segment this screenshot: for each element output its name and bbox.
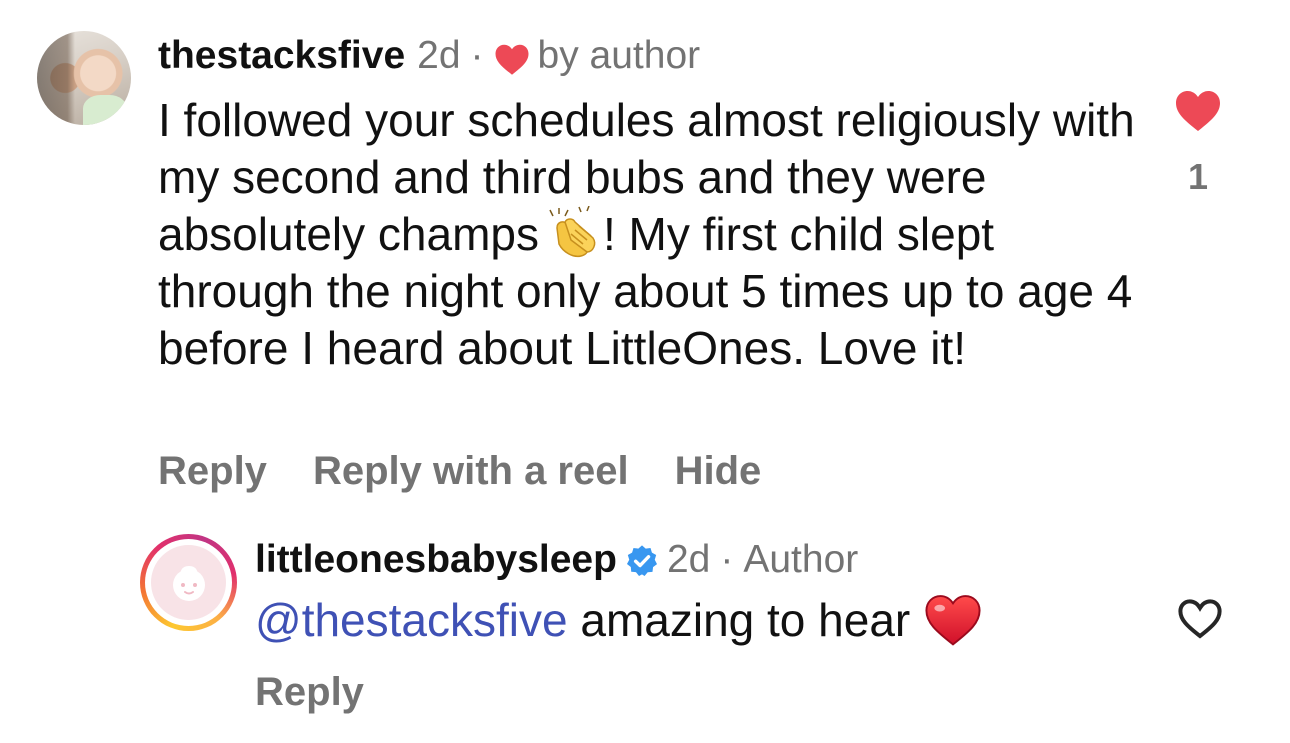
username[interactable]: littleonesbabysleep xyxy=(255,537,617,583)
mention-link[interactable]: @thestacksfive xyxy=(255,594,568,646)
separator: · xyxy=(720,538,734,581)
separator: · xyxy=(470,34,484,77)
comment-thestacksfive: thestacksfive 2d · by author I followed … xyxy=(0,0,1290,520)
reply-with-reel-button[interactable]: Reply with a reel xyxy=(313,449,629,494)
timestamp: 2d xyxy=(417,34,461,77)
comment-text-part: amazing to hear xyxy=(580,594,911,646)
avatar-image xyxy=(151,545,226,620)
liked-by-author-heart-icon xyxy=(495,44,529,75)
timestamp: 2d xyxy=(666,538,711,581)
by-author-badge: by author xyxy=(537,34,701,77)
like-column xyxy=(1170,596,1230,640)
red-heart-icon xyxy=(925,595,981,646)
clapping-hands-icon xyxy=(549,206,596,258)
comment-actions: Reply xyxy=(255,670,410,715)
verified-badge-icon xyxy=(626,545,657,577)
like-column: 1 xyxy=(1168,88,1228,198)
comment-actions: Reply Reply with a reel Hide xyxy=(158,449,807,494)
like-heart-icon[interactable] xyxy=(1174,88,1222,132)
comment-littleonesbabysleep: littleonesbabysleep 2d · Author @thestac… xyxy=(0,520,1290,743)
comment-body: I followed your schedules almost religio… xyxy=(158,92,1158,377)
avatar-photo-detail xyxy=(83,95,127,125)
avatar[interactable] xyxy=(37,31,131,125)
reply-button[interactable]: Reply xyxy=(158,449,267,494)
hide-button[interactable]: Hide xyxy=(675,449,762,494)
username[interactable]: thestacksfive xyxy=(158,33,405,79)
comment-body: @thestacksfive amazing to hear xyxy=(255,592,1155,649)
comment-header: thestacksfive 2d · by author xyxy=(158,33,700,79)
author-badge: Author xyxy=(743,538,859,581)
like-count[interactable]: 1 xyxy=(1168,156,1228,198)
avatar-photo-detail xyxy=(37,31,75,125)
baby-face-icon xyxy=(172,565,205,601)
reply-button[interactable]: Reply xyxy=(255,670,364,715)
avatar[interactable] xyxy=(140,534,237,631)
like-heart-outline-icon[interactable] xyxy=(1176,596,1224,640)
comment-header: littleonesbabysleep 2d · Author xyxy=(255,537,858,583)
